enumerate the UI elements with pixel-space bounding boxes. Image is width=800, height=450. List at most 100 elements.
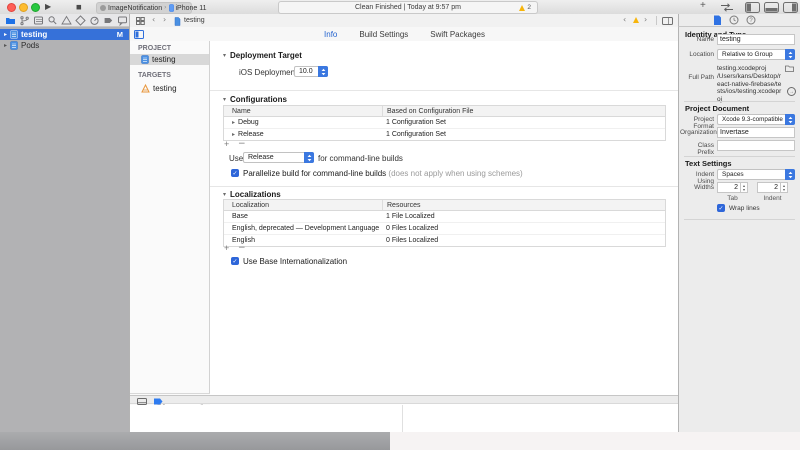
history-inspector-icon[interactable] xyxy=(729,15,739,25)
report-navigator-icon[interactable] xyxy=(117,15,128,26)
target-item-label: testing xyxy=(153,84,177,93)
document-section-title: Project Document xyxy=(685,104,749,113)
close-window-button[interactable] xyxy=(7,3,16,12)
breakpoint-navigator-icon[interactable] xyxy=(103,15,114,26)
disclosure-icon[interactable]: ▾ xyxy=(223,191,226,198)
stepper-arrows-icon[interactable]: ▴▾ xyxy=(741,182,748,193)
test-navigator-icon[interactable] xyxy=(75,15,86,26)
file-inspector-icon[interactable] xyxy=(713,15,722,26)
issue-navigator-icon[interactable] xyxy=(61,15,72,26)
reveal-arrow-icon[interactable]: → xyxy=(787,87,796,96)
indent-width-stepper[interactable]: 2 ▴▾ xyxy=(757,182,788,193)
scheme-selector[interactable]: ImageNotification › iPhone 11 xyxy=(96,2,192,14)
organization-field[interactable] xyxy=(717,127,795,138)
navigator-item-testing[interactable]: ▸ testing M xyxy=(0,29,129,40)
section-configurations[interactable]: ▾ Configurations xyxy=(223,95,287,104)
disclosure-icon[interactable]: ▾ xyxy=(223,52,226,59)
new-tab-button[interactable]: + xyxy=(700,1,706,11)
disclosure-icon[interactable]: ▸ xyxy=(232,131,235,138)
run-button[interactable]: ▶ xyxy=(45,2,51,12)
name-field[interactable] xyxy=(717,34,795,45)
ios-deployment-target-dropdown[interactable]: 10.0 xyxy=(294,66,328,77)
previous-issue-button[interactable]: ‹ xyxy=(623,14,626,26)
build-status-text: Clean Finished | Today at 9:57 pm xyxy=(355,4,461,11)
class-prefix-label: Class Prefix xyxy=(680,142,714,156)
base-internationalization-checkbox[interactable]: ✓ xyxy=(231,257,239,265)
dropdown-value: Spaces xyxy=(722,171,744,178)
check-icon: ✓ xyxy=(718,205,723,212)
class-prefix-field[interactable] xyxy=(717,140,795,151)
localization-resources: 0 Files Localized xyxy=(382,237,665,244)
table-header: Name Based on Configuration File xyxy=(224,106,665,117)
project-navigator-icon[interactable] xyxy=(5,15,16,26)
section-deployment-target[interactable]: ▾ Deployment Target xyxy=(223,51,302,60)
forward-button[interactable]: › xyxy=(163,14,166,26)
widths-label: Widths xyxy=(680,184,714,191)
symbol-navigator-icon[interactable] xyxy=(33,15,44,26)
navigator-item-pods[interactable]: ▸ Pods xyxy=(0,40,129,51)
indent-using-dropdown[interactable]: Spaces xyxy=(717,169,795,180)
popup-arrows-icon xyxy=(785,114,795,125)
folder-reveal-icon[interactable] xyxy=(785,64,794,72)
warning-badge[interactable]: 2 xyxy=(519,4,531,11)
add-localization-button[interactable]: + xyxy=(224,244,229,253)
table-row[interactable]: ▸Debug 1 Configuration Set xyxy=(224,117,665,129)
stepper-arrows-icon[interactable]: ▴▾ xyxy=(781,182,788,193)
tab-info[interactable]: Info xyxy=(324,30,337,39)
table-row[interactable]: ▸Release 1 Configuration Set xyxy=(224,129,665,140)
remove-configuration-button[interactable]: − xyxy=(238,140,246,149)
stop-button[interactable]: ◼ xyxy=(76,2,82,12)
localizations-table: Localization Resources Base 1 File Local… xyxy=(223,199,666,247)
parallelize-checkbox[interactable]: ✓ xyxy=(231,169,239,177)
tab-swift-packages[interactable]: Swift Packages xyxy=(430,30,485,39)
activity-viewer: Clean Finished | Today at 9:57 pm 2 xyxy=(278,1,538,14)
tab-width-stepper[interactable]: 2 ▴▾ xyxy=(717,182,748,193)
debug-console-pane[interactable] xyxy=(403,405,679,432)
toggle-debug-area-button[interactable] xyxy=(764,2,779,13)
tab-build-settings[interactable]: Build Settings xyxy=(359,30,408,39)
disclosure-icon[interactable]: ▸ xyxy=(232,119,235,126)
debug-variables-pane[interactable] xyxy=(130,405,403,432)
related-items-icon[interactable] xyxy=(136,17,145,25)
table-row[interactable]: English 0 Files Localized xyxy=(224,235,665,246)
command-line-config-dropdown[interactable]: Release xyxy=(243,152,314,163)
remove-localization-button[interactable]: − xyxy=(238,244,246,253)
target-item-testing[interactable]: testing xyxy=(130,83,209,94)
wrap-lines-checkbox[interactable]: ✓ xyxy=(717,204,725,212)
section-divider xyxy=(210,90,679,91)
debug-navigator-icon[interactable] xyxy=(89,15,100,26)
project-item-testing[interactable]: testing xyxy=(130,54,209,65)
indent-using-label: Indent Using xyxy=(680,171,714,185)
jump-bar-file[interactable]: testing xyxy=(184,17,205,24)
use-suffix-label: for command-line builds xyxy=(318,154,403,163)
editor-area: Info Build Settings Swift Packages PROJE… xyxy=(129,27,678,432)
add-editor-icon[interactable] xyxy=(662,17,673,25)
check-icon: ✓ xyxy=(232,258,237,265)
disclosure-icon[interactable]: ▾ xyxy=(223,96,226,103)
quick-help-inspector-icon[interactable]: ? xyxy=(746,15,756,25)
section-localizations[interactable]: ▾ Localizations xyxy=(223,190,281,199)
project-format-dropdown[interactable]: Xcode 9.3-compatible xyxy=(717,114,795,125)
location-dropdown[interactable]: Relative to Group xyxy=(717,49,795,60)
add-configuration-button[interactable]: + xyxy=(224,140,229,149)
toggle-inspector-button[interactable] xyxy=(783,2,798,13)
minimize-window-button[interactable] xyxy=(19,3,28,12)
parallelize-note: (does not apply when using schemes) xyxy=(388,169,522,178)
hide-debug-area-icon[interactable] xyxy=(137,398,147,405)
breakpoints-toggle-icon[interactable] xyxy=(153,398,163,405)
next-issue-button[interactable]: › xyxy=(644,14,647,26)
source-control-navigator-icon[interactable] xyxy=(19,15,30,26)
inspector-bar: ? xyxy=(678,14,800,27)
dropdown-value: Xcode 9.3-compatible xyxy=(722,116,783,123)
editor-focus-icon[interactable] xyxy=(720,3,734,12)
find-navigator-icon[interactable] xyxy=(47,15,58,26)
table-row[interactable]: Base 1 File Localized xyxy=(224,211,665,223)
zoom-window-button[interactable] xyxy=(31,3,40,12)
column-based-on: Based on Configuration File xyxy=(382,106,665,116)
table-row[interactable]: English, deprecated — Development Langua… xyxy=(224,223,665,235)
disclosure-icon[interactable]: ▸ xyxy=(4,42,7,49)
toggle-navigator-button[interactable] xyxy=(745,2,760,13)
issue-warning-icon[interactable] xyxy=(633,17,639,23)
back-button[interactable]: ‹ xyxy=(152,14,155,26)
disclosure-icon[interactable]: ▸ xyxy=(4,31,7,38)
